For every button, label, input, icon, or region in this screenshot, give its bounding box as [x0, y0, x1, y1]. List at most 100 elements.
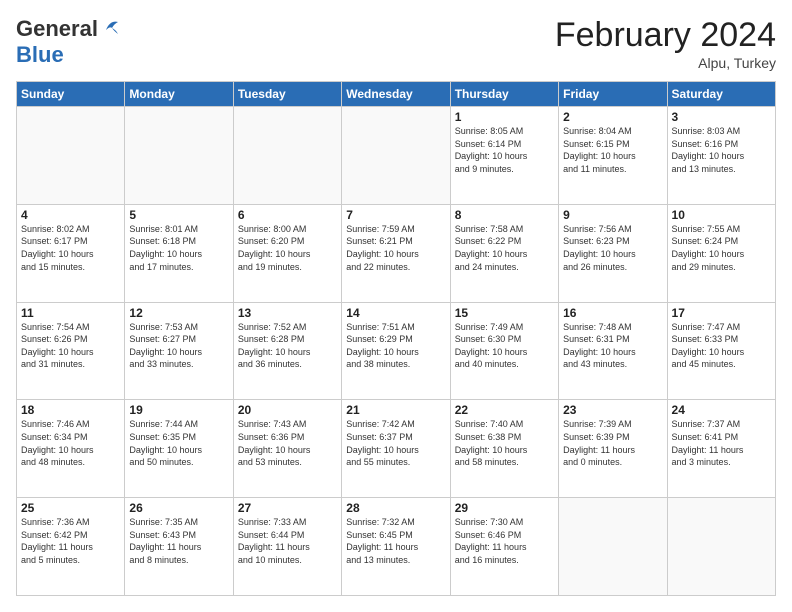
page: General Blue February 2024 Alpu, Turkey …: [0, 0, 792, 612]
day-number: 3: [672, 110, 771, 124]
day-info: Sunrise: 8:05 AM Sunset: 6:14 PM Dayligh…: [455, 125, 554, 175]
day-info: Sunrise: 8:02 AM Sunset: 6:17 PM Dayligh…: [21, 223, 120, 273]
day-number: 25: [21, 501, 120, 515]
calendar-cell: 27Sunrise: 7:33 AM Sunset: 6:44 PM Dayli…: [233, 498, 341, 596]
calendar-cell: [342, 107, 450, 205]
calendar-cell: 12Sunrise: 7:53 AM Sunset: 6:27 PM Dayli…: [125, 302, 233, 400]
calendar-cell: 15Sunrise: 7:49 AM Sunset: 6:30 PM Dayli…: [450, 302, 558, 400]
day-info: Sunrise: 7:44 AM Sunset: 6:35 PM Dayligh…: [129, 418, 228, 468]
day-number: 2: [563, 110, 662, 124]
day-number: 26: [129, 501, 228, 515]
week-row-2: 11Sunrise: 7:54 AM Sunset: 6:26 PM Dayli…: [17, 302, 776, 400]
calendar-cell: [125, 107, 233, 205]
day-number: 11: [21, 306, 120, 320]
col-header-thursday: Thursday: [450, 82, 558, 107]
calendar-cell: [667, 498, 775, 596]
calendar-cell: 16Sunrise: 7:48 AM Sunset: 6:31 PM Dayli…: [559, 302, 667, 400]
day-number: 16: [563, 306, 662, 320]
calendar-cell: 26Sunrise: 7:35 AM Sunset: 6:43 PM Dayli…: [125, 498, 233, 596]
col-header-saturday: Saturday: [667, 82, 775, 107]
day-info: Sunrise: 7:43 AM Sunset: 6:36 PM Dayligh…: [238, 418, 337, 468]
col-header-monday: Monday: [125, 82, 233, 107]
calendar-cell: 8Sunrise: 7:58 AM Sunset: 6:22 PM Daylig…: [450, 204, 558, 302]
title-block: February 2024 Alpu, Turkey: [555, 16, 776, 71]
day-number: 18: [21, 403, 120, 417]
day-info: Sunrise: 7:53 AM Sunset: 6:27 PM Dayligh…: [129, 321, 228, 371]
calendar-cell: 25Sunrise: 7:36 AM Sunset: 6:42 PM Dayli…: [17, 498, 125, 596]
month-title: February 2024: [555, 16, 776, 55]
day-number: 8: [455, 208, 554, 222]
day-number: 28: [346, 501, 445, 515]
col-header-tuesday: Tuesday: [233, 82, 341, 107]
calendar-cell: 9Sunrise: 7:56 AM Sunset: 6:23 PM Daylig…: [559, 204, 667, 302]
week-row-4: 25Sunrise: 7:36 AM Sunset: 6:42 PM Dayli…: [17, 498, 776, 596]
day-number: 15: [455, 306, 554, 320]
day-info: Sunrise: 7:30 AM Sunset: 6:46 PM Dayligh…: [455, 516, 554, 566]
day-info: Sunrise: 7:42 AM Sunset: 6:37 PM Dayligh…: [346, 418, 445, 468]
calendar-cell: 7Sunrise: 7:59 AM Sunset: 6:21 PM Daylig…: [342, 204, 450, 302]
week-row-0: 1Sunrise: 8:05 AM Sunset: 6:14 PM Daylig…: [17, 107, 776, 205]
day-number: 29: [455, 501, 554, 515]
day-info: Sunrise: 7:48 AM Sunset: 6:31 PM Dayligh…: [563, 321, 662, 371]
day-number: 14: [346, 306, 445, 320]
calendar-header-row: SundayMondayTuesdayWednesdayThursdayFrid…: [17, 82, 776, 107]
week-row-1: 4Sunrise: 8:02 AM Sunset: 6:17 PM Daylig…: [17, 204, 776, 302]
day-info: Sunrise: 7:40 AM Sunset: 6:38 PM Dayligh…: [455, 418, 554, 468]
day-info: Sunrise: 7:33 AM Sunset: 6:44 PM Dayligh…: [238, 516, 337, 566]
day-number: 4: [21, 208, 120, 222]
calendar-cell: 14Sunrise: 7:51 AM Sunset: 6:29 PM Dayli…: [342, 302, 450, 400]
calendar-cell: 10Sunrise: 7:55 AM Sunset: 6:24 PM Dayli…: [667, 204, 775, 302]
week-row-3: 18Sunrise: 7:46 AM Sunset: 6:34 PM Dayli…: [17, 400, 776, 498]
day-info: Sunrise: 7:47 AM Sunset: 6:33 PM Dayligh…: [672, 321, 771, 371]
col-header-sunday: Sunday: [17, 82, 125, 107]
day-number: 19: [129, 403, 228, 417]
calendar-cell: 11Sunrise: 7:54 AM Sunset: 6:26 PM Dayli…: [17, 302, 125, 400]
calendar-cell: 5Sunrise: 8:01 AM Sunset: 6:18 PM Daylig…: [125, 204, 233, 302]
day-info: Sunrise: 7:39 AM Sunset: 6:39 PM Dayligh…: [563, 418, 662, 468]
calendar-cell: 29Sunrise: 7:30 AM Sunset: 6:46 PM Dayli…: [450, 498, 558, 596]
calendar-cell: 28Sunrise: 7:32 AM Sunset: 6:45 PM Dayli…: [342, 498, 450, 596]
day-number: 10: [672, 208, 771, 222]
calendar-cell: 1Sunrise: 8:05 AM Sunset: 6:14 PM Daylig…: [450, 107, 558, 205]
header: General Blue February 2024 Alpu, Turkey: [16, 16, 776, 71]
calendar-cell: 24Sunrise: 7:37 AM Sunset: 6:41 PM Dayli…: [667, 400, 775, 498]
col-header-friday: Friday: [559, 82, 667, 107]
calendar-cell: 18Sunrise: 7:46 AM Sunset: 6:34 PM Dayli…: [17, 400, 125, 498]
day-number: 20: [238, 403, 337, 417]
day-info: Sunrise: 7:36 AM Sunset: 6:42 PM Dayligh…: [21, 516, 120, 566]
calendar-cell: 4Sunrise: 8:02 AM Sunset: 6:17 PM Daylig…: [17, 204, 125, 302]
day-info: Sunrise: 7:58 AM Sunset: 6:22 PM Dayligh…: [455, 223, 554, 273]
logo-general: General: [16, 16, 98, 42]
day-number: 6: [238, 208, 337, 222]
day-number: 21: [346, 403, 445, 417]
day-number: 9: [563, 208, 662, 222]
day-info: Sunrise: 7:52 AM Sunset: 6:28 PM Dayligh…: [238, 321, 337, 371]
day-info: Sunrise: 8:04 AM Sunset: 6:15 PM Dayligh…: [563, 125, 662, 175]
day-number: 7: [346, 208, 445, 222]
calendar-cell: [559, 498, 667, 596]
day-number: 24: [672, 403, 771, 417]
day-info: Sunrise: 7:54 AM Sunset: 6:26 PM Dayligh…: [21, 321, 120, 371]
logo-blue: Blue: [16, 42, 64, 68]
subtitle: Alpu, Turkey: [555, 55, 776, 71]
day-number: 22: [455, 403, 554, 417]
calendar-cell: 17Sunrise: 7:47 AM Sunset: 6:33 PM Dayli…: [667, 302, 775, 400]
calendar-table: SundayMondayTuesdayWednesdayThursdayFrid…: [16, 81, 776, 596]
day-number: 17: [672, 306, 771, 320]
col-header-wednesday: Wednesday: [342, 82, 450, 107]
calendar-cell: 23Sunrise: 7:39 AM Sunset: 6:39 PM Dayli…: [559, 400, 667, 498]
day-info: Sunrise: 7:46 AM Sunset: 6:34 PM Dayligh…: [21, 418, 120, 468]
logo-bird-icon: [100, 16, 122, 38]
day-number: 1: [455, 110, 554, 124]
day-number: 23: [563, 403, 662, 417]
calendar-cell: 3Sunrise: 8:03 AM Sunset: 6:16 PM Daylig…: [667, 107, 775, 205]
day-info: Sunrise: 7:55 AM Sunset: 6:24 PM Dayligh…: [672, 223, 771, 273]
day-info: Sunrise: 7:56 AM Sunset: 6:23 PM Dayligh…: [563, 223, 662, 273]
calendar-cell: 22Sunrise: 7:40 AM Sunset: 6:38 PM Dayli…: [450, 400, 558, 498]
day-info: Sunrise: 7:35 AM Sunset: 6:43 PM Dayligh…: [129, 516, 228, 566]
day-number: 5: [129, 208, 228, 222]
calendar-cell: [17, 107, 125, 205]
calendar-cell: 21Sunrise: 7:42 AM Sunset: 6:37 PM Dayli…: [342, 400, 450, 498]
day-info: Sunrise: 7:49 AM Sunset: 6:30 PM Dayligh…: [455, 321, 554, 371]
day-info: Sunrise: 7:32 AM Sunset: 6:45 PM Dayligh…: [346, 516, 445, 566]
